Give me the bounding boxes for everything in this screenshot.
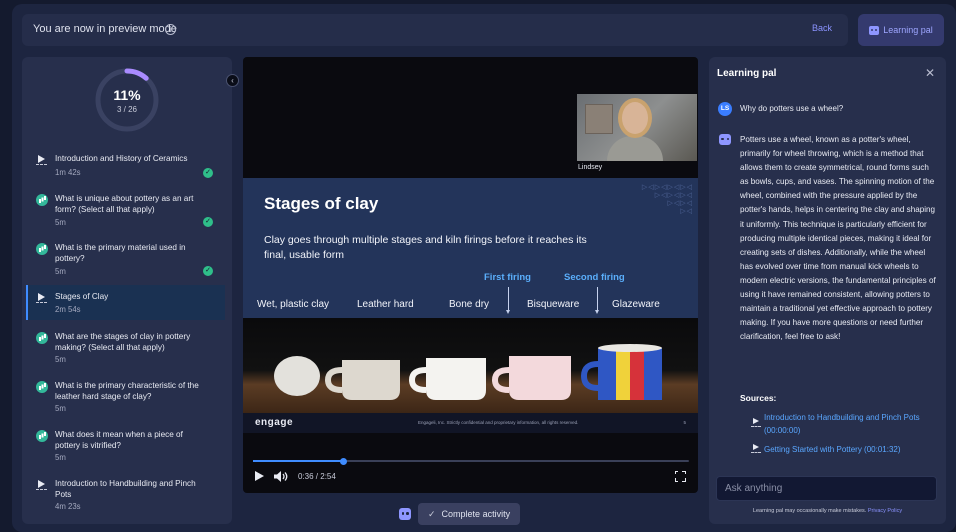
panel-title: Learning pal bbox=[717, 68, 777, 79]
complete-activity-label: Complete activity bbox=[441, 509, 511, 519]
second-firing-arrow bbox=[595, 287, 599, 314]
user-question: Why do potters use a wheel? bbox=[740, 104, 844, 113]
fullscreen-icon[interactable] bbox=[674, 470, 686, 482]
learning-pal-button-label: Learning pal bbox=[883, 25, 933, 35]
robot-icon[interactable] bbox=[399, 508, 411, 520]
disclaimer: Learning pal may occasionally make mista… bbox=[709, 508, 946, 514]
first-firing-arrow bbox=[506, 287, 510, 314]
lesson-item[interactable]: What does it mean when a piece of potter… bbox=[26, 426, 225, 466]
robot-icon bbox=[719, 134, 731, 145]
seek-bar-fill bbox=[253, 460, 344, 462]
quiz-icon bbox=[36, 243, 48, 255]
quiz-icon bbox=[36, 194, 48, 206]
close-icon[interactable]: ✕ bbox=[925, 66, 935, 80]
user-avatar: LS bbox=[718, 102, 732, 116]
playback-time: 0:36 / 2:54 bbox=[298, 472, 336, 481]
lesson-duration: 5m bbox=[55, 404, 66, 413]
video-lesson-icon bbox=[36, 479, 48, 491]
lesson-title: What does it mean when a piece of potter… bbox=[55, 430, 183, 450]
lesson-item[interactable]: What are the stages of clay in pottery m… bbox=[26, 328, 225, 368]
lesson-item[interactable]: Introduction and History of Ceramics 1m … bbox=[26, 150, 225, 180]
video-player[interactable]: Lindsey ▷◁▷◁▷◁▷◁ ▷◁▷◁▷◁ ▷◁▷◁ ▷◁ Stages of c… bbox=[243, 57, 698, 493]
learning-pal-panel: Learning pal ✕ LS Why do potters use a w… bbox=[709, 57, 946, 524]
lesson-title: What are the stages of clay in pottery m… bbox=[55, 332, 191, 352]
stage-label: Glazeware bbox=[612, 299, 660, 310]
video-source-icon bbox=[751, 444, 761, 454]
seek-bar[interactable] bbox=[253, 457, 689, 465]
slide-footer: engage Engageli, Inc. Strictly confident… bbox=[243, 413, 698, 433]
pottery-illustration bbox=[274, 344, 662, 400]
quiz-icon bbox=[36, 430, 48, 442]
video-source-icon bbox=[751, 418, 761, 428]
robot-icon bbox=[869, 25, 880, 35]
decorative-pattern: ▷◁▷◁▷◁▷◁ ▷◁▷◁▷◁ ▷◁▷◁ ▷◁ bbox=[641, 184, 693, 215]
video-lesson-icon bbox=[36, 292, 48, 304]
lesson-title: What is the primary material used in pot… bbox=[55, 243, 186, 263]
slide-title: Stages of clay bbox=[264, 194, 379, 213]
stage-label: Bisqueware bbox=[527, 299, 580, 310]
info-icon[interactable]: i bbox=[165, 24, 176, 35]
learning-pal-button[interactable]: Learning pal bbox=[858, 14, 944, 46]
ask-anything-input[interactable] bbox=[716, 476, 937, 501]
lesson-duration: 1m 42s bbox=[55, 168, 81, 177]
lesson-duration: 5m bbox=[55, 453, 66, 462]
lesson-item-active[interactable]: Stages of Clay 2m 54s bbox=[26, 285, 225, 320]
video-controls: 0:36 / 2:54 bbox=[243, 447, 698, 493]
legal-notice: Engageli, Inc. Strictly confidential and… bbox=[418, 420, 579, 425]
slide: ▷◁▷◁▷◁▷◁ ▷◁▷◁▷◁ ▷◁▷◁ ▷◁ Stages of clay Clay… bbox=[243, 178, 698, 318]
progress-percent: 11% bbox=[113, 87, 141, 103]
lesson-duration: 4m 23s bbox=[55, 502, 81, 511]
lesson-sidebar: 11% 3 / 26 Introduction and History of C… bbox=[22, 57, 232, 524]
complete-activity-row: ✓ Complete activity bbox=[399, 503, 521, 525]
seek-handle[interactable] bbox=[339, 457, 347, 465]
collapse-sidebar-chevron-left-icon[interactable]: ‹ bbox=[226, 74, 239, 87]
completed-check-icon: ✓ bbox=[203, 217, 213, 227]
second-firing-label: Second firing bbox=[564, 272, 625, 283]
progress-fraction: 3 / 26 bbox=[116, 105, 137, 114]
lesson-title: Introduction to Handbuilding and Pinch P… bbox=[55, 479, 196, 499]
quiz-icon bbox=[36, 381, 48, 393]
presenter-webcam bbox=[577, 94, 697, 161]
assistant-answer: Potters use a wheel, known as a potter's… bbox=[740, 135, 936, 342]
lesson-duration: 5m bbox=[55, 267, 66, 276]
lesson-duration: 2m 54s bbox=[55, 305, 81, 314]
lesson-item[interactable]: What is the primary characteristic of th… bbox=[26, 377, 225, 417]
lesson-title: What is the primary characteristic of th… bbox=[55, 381, 199, 401]
completed-check-icon: ✓ bbox=[203, 168, 213, 178]
sources-heading: Sources: bbox=[740, 393, 777, 403]
privacy-policy-link[interactable]: Privacy Policy bbox=[868, 508, 902, 514]
back-button[interactable]: Back bbox=[812, 23, 832, 33]
stage-label: Wet, plastic clay bbox=[257, 299, 330, 310]
progress-ring: 11% 3 / 26 bbox=[94, 67, 160, 133]
video-lesson-icon bbox=[36, 154, 48, 166]
first-firing-label: First firing bbox=[484, 272, 531, 283]
stage-label: Leather hard bbox=[357, 299, 414, 310]
source-link[interactable]: Getting Started with Pottery (00:01:32) bbox=[764, 443, 934, 456]
engage-logo: engage bbox=[255, 417, 294, 428]
lesson-duration: 5m bbox=[55, 218, 66, 227]
lesson-title: Stages of Clay bbox=[55, 292, 109, 301]
stage-label: Bone dry bbox=[449, 299, 490, 310]
presenter-name: Lindsey bbox=[578, 164, 603, 171]
preview-mode-text: You are now in preview mode bbox=[33, 23, 177, 35]
source-link[interactable]: Introduction to Handbuilding and Pinch P… bbox=[764, 411, 934, 437]
completed-check-icon: ✓ bbox=[203, 266, 213, 276]
volume-icon[interactable] bbox=[274, 471, 288, 482]
checkmark-icon: ✓ bbox=[428, 508, 436, 519]
lesson-title: Introduction and History of Ceramics bbox=[55, 154, 188, 163]
lesson-duration: 5m bbox=[55, 355, 66, 364]
quiz-icon bbox=[36, 332, 48, 344]
play-icon[interactable] bbox=[255, 471, 264, 481]
lesson-item[interactable]: Introduction to Handbuilding and Pinch P… bbox=[26, 475, 225, 515]
lesson-item[interactable]: What is the primary material used in pot… bbox=[26, 239, 225, 279]
disclaimer-text: Learning pal may occasionally make mista… bbox=[752, 508, 867, 514]
complete-activity-button[interactable]: ✓ Complete activity bbox=[418, 503, 521, 525]
lesson-item[interactable]: What is unique about pottery as an art f… bbox=[26, 190, 225, 230]
slide-page-number: 5 bbox=[683, 420, 686, 425]
slide-subtitle: Clay goes through multiple stages and ki… bbox=[264, 234, 587, 261]
lesson-title: What is unique about pottery as an art f… bbox=[55, 194, 194, 214]
clay-stages-photo bbox=[243, 318, 698, 413]
preview-banner: You are now in preview mode i Back bbox=[22, 14, 848, 46]
